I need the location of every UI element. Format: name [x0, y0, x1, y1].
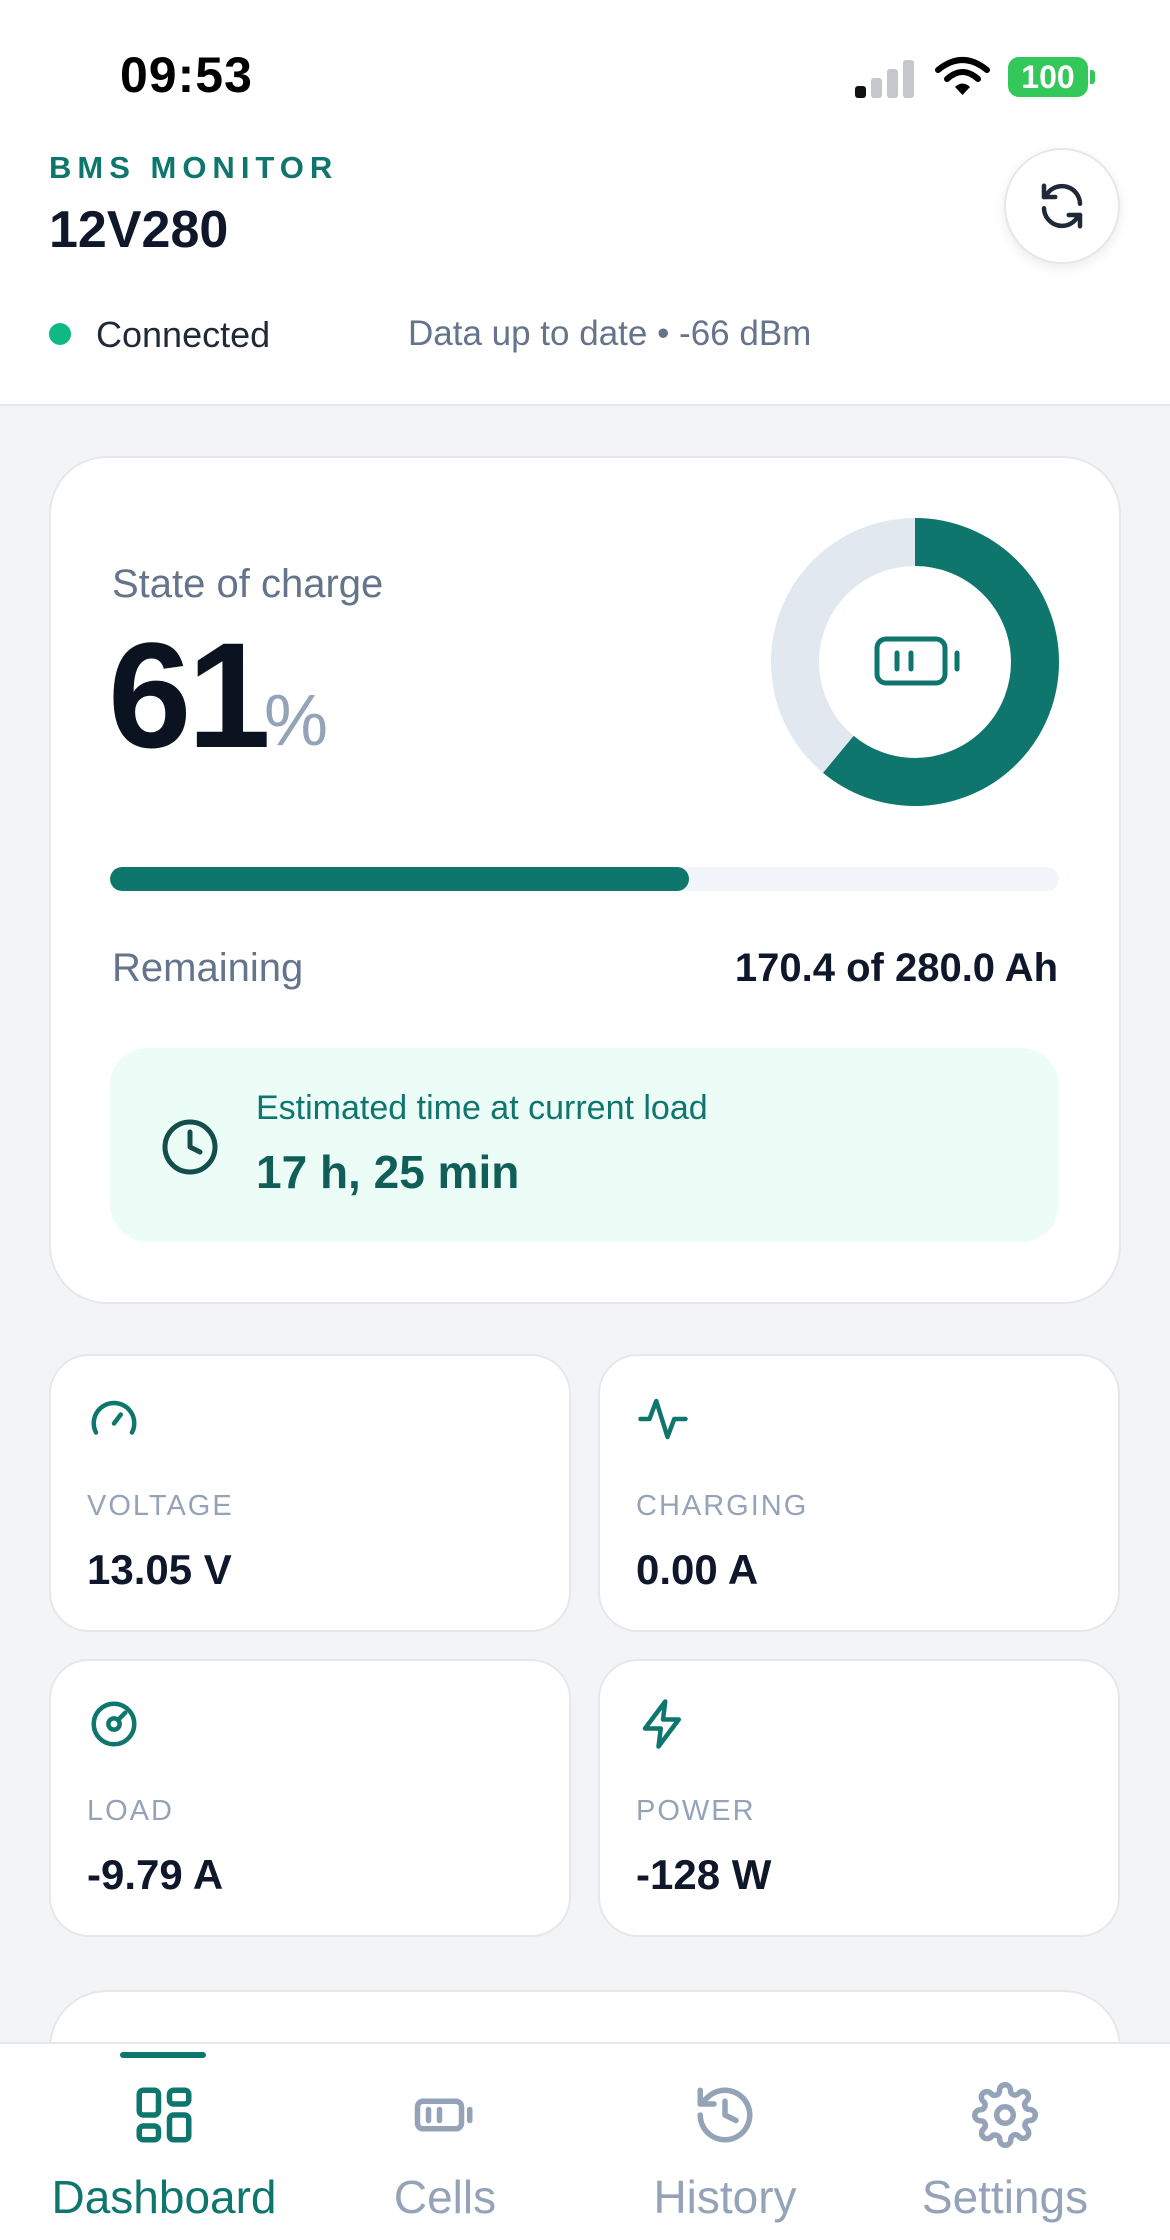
metric-label: CHARGING [636, 1490, 809, 1522]
metric-label: POWER [636, 1795, 756, 1827]
app-label: BMS MONITOR [49, 150, 339, 185]
tab-label: Dashboard [51, 2171, 277, 2223]
metric-value: -128 W [636, 1851, 772, 1898]
soc-title: State of charge [112, 562, 384, 606]
tab-dashboard[interactable]: Dashboard [34, 2042, 294, 2240]
soc-progress-fill [110, 867, 689, 891]
device-name: 12V280 [49, 201, 229, 259]
battery-icon [874, 636, 960, 686]
refresh-button[interactable] [1004, 148, 1120, 264]
lightning-icon [642, 1699, 681, 1749]
wifi-icon [935, 57, 990, 95]
battery-status-icon: 100 [1008, 57, 1088, 97]
tab-label: Cells [393, 2171, 497, 2223]
soc-donut-chart [771, 518, 1059, 806]
history-icon [697, 2087, 753, 2143]
battery-tip [1090, 70, 1095, 84]
target-icon [91, 1701, 137, 1747]
metric-value: 13.05 V [87, 1546, 232, 1593]
dashboard-icon [136, 2087, 192, 2143]
clock-icon [162, 1119, 218, 1175]
charging-card: CHARGING 0.00 A [598, 1354, 1120, 1632]
load-card: LOAD -9.79 A [49, 1659, 571, 1937]
voltage-card: VOLTAGE 13.05 V [49, 1354, 571, 1632]
connection-dot [49, 323, 71, 345]
connection-status: Connected [96, 314, 271, 355]
power-card: POWER -128 W [598, 1659, 1120, 1937]
metric-label: VOLTAGE [87, 1490, 234, 1522]
tab-settings[interactable]: Settings [875, 2042, 1135, 2240]
remaining-value: 170.4 of 280.0 Ah [734, 946, 1058, 990]
connection-info: Data up to date • -66 dBm [408, 314, 812, 353]
gauge-icon [91, 1400, 137, 1435]
remaining-label: Remaining [112, 946, 304, 990]
soc-value: 61 [108, 611, 271, 779]
eta-value: 17 h, 25 min [256, 1146, 520, 1198]
metric-value: -9.79 A [87, 1851, 224, 1898]
refresh-icon [1041, 183, 1083, 229]
tab-cells[interactable]: Cells [315, 2042, 575, 2240]
metric-label: LOAD [87, 1795, 174, 1827]
tab-label: Settings [921, 2171, 1089, 2223]
eta-label: Estimated time at current load [256, 1089, 708, 1127]
battery-icon [414, 2098, 473, 2132]
metric-value: 0.00 A [636, 1546, 759, 1593]
soc-unit: % [264, 681, 329, 761]
activity-icon [638, 1398, 688, 1440]
status-bar: 09:53 100 [0, 0, 1170, 140]
eta-panel [110, 1048, 1059, 1242]
tab-history[interactable]: History [595, 2042, 855, 2240]
tab-label: History [653, 2171, 797, 2223]
soc-progress-bar [110, 867, 1059, 891]
status-time: 09:53 [120, 47, 253, 103]
gear-icon [972, 2082, 1038, 2148]
signal-icon [855, 58, 915, 98]
